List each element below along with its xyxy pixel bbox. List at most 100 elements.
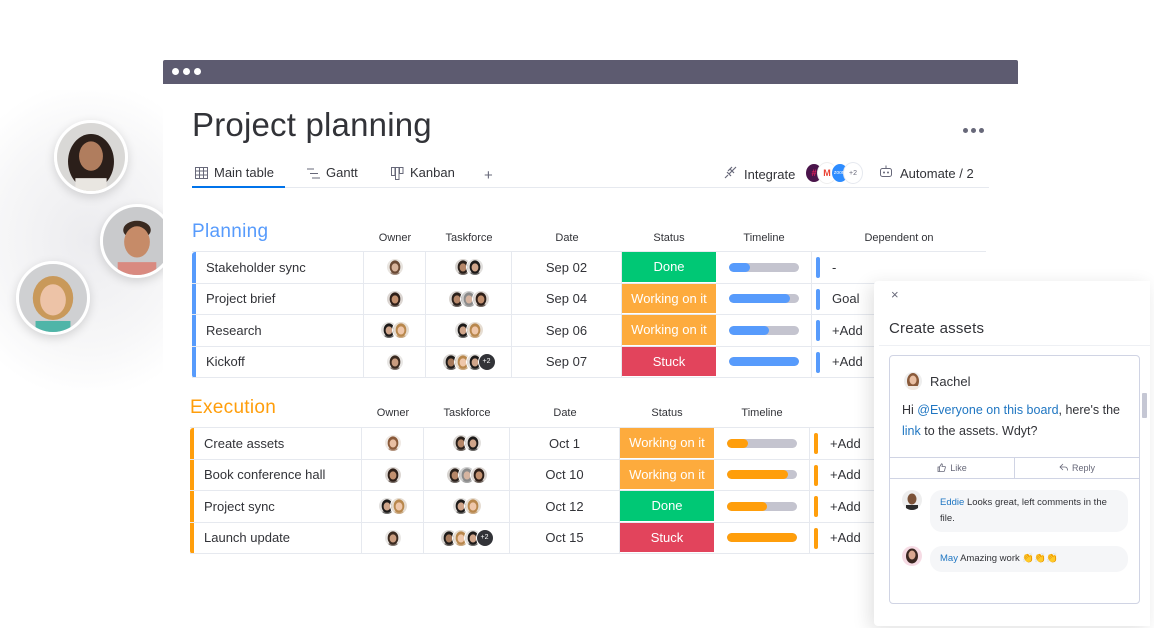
column-header-owner[interactable]: Owner — [362, 407, 424, 419]
column-header-dependent-on[interactable]: Dependent on — [812, 232, 986, 244]
status-badge[interactable]: Stuck — [622, 346, 716, 377]
integration-app-icons[interactable]: # M zoom +2 — [805, 163, 862, 183]
owner-cell[interactable] — [364, 346, 426, 377]
owner-avatars[interactable] — [385, 352, 404, 371]
owner-avatars[interactable] — [379, 321, 410, 340]
close-panel-button[interactable]: × — [891, 287, 899, 302]
owner-avatars[interactable] — [377, 497, 408, 516]
timeline-cell[interactable] — [714, 428, 810, 459]
status-badge[interactable]: Working on it — [620, 459, 714, 490]
automate-button[interactable]: Automate / 2 — [879, 165, 974, 181]
taskforce-cell[interactable] — [424, 491, 510, 522]
column-header-owner[interactable]: Owner — [364, 232, 426, 244]
dependent-on-cell[interactable]: - — [812, 252, 986, 283]
item-name[interactable]: Project brief — [192, 283, 364, 314]
item-name[interactable]: Launch update — [190, 522, 362, 553]
date-cell[interactable]: Oct 15 — [510, 522, 620, 553]
item-name[interactable]: Book conference hall — [190, 459, 362, 490]
column-header-date[interactable]: Date — [512, 232, 622, 244]
table-row[interactable]: Project brief Sep 04 Working on it Goal — [192, 283, 986, 315]
column-header-taskforce[interactable]: Taskforce — [426, 232, 512, 244]
taskforce-avatars[interactable] — [445, 465, 488, 484]
owner-avatars[interactable] — [383, 528, 402, 547]
owner-cell[interactable] — [364, 315, 426, 346]
table-row[interactable]: Launch update +2 Oct 15 Stuck +Add — [190, 522, 984, 554]
date-cell[interactable]: Sep 04 — [512, 283, 622, 314]
reply-author[interactable]: Eddie — [940, 497, 964, 508]
status-badge[interactable]: Working on it — [620, 428, 714, 459]
taskforce-avatars[interactable] — [451, 434, 482, 453]
table-row[interactable]: Research Sep 06 Working on it +Add — [192, 315, 986, 347]
taskforce-cell[interactable] — [426, 315, 512, 346]
taskforce-avatars[interactable]: +2 — [441, 352, 496, 371]
status-badge[interactable]: Working on it — [622, 283, 716, 314]
status-badge[interactable]: Stuck — [620, 522, 714, 553]
item-name[interactable]: Project sync — [190, 491, 362, 522]
item-name[interactable]: Kickoff — [192, 346, 364, 377]
owner-cell[interactable] — [362, 522, 424, 553]
owner-avatars[interactable] — [383, 434, 402, 453]
taskforce-cell[interactable] — [424, 459, 510, 490]
timeline-cell[interactable] — [714, 491, 810, 522]
status-badge[interactable]: Done — [620, 491, 714, 522]
timeline-cell[interactable] — [716, 315, 812, 346]
owner-cell[interactable] — [362, 428, 424, 459]
integrate-button[interactable]: Integrate — [723, 165, 795, 183]
taskforce-avatars[interactable]: +2 — [439, 528, 494, 547]
date-cell[interactable]: Sep 06 — [512, 315, 622, 346]
date-cell[interactable]: Sep 07 — [512, 346, 622, 377]
item-name[interactable]: Create assets — [190, 428, 362, 459]
taskforce-avatars[interactable] — [451, 497, 482, 516]
column-header-status[interactable]: Status — [620, 407, 714, 419]
assets-link[interactable]: link — [902, 424, 921, 438]
item-name[interactable]: Stakeholder sync — [192, 252, 364, 283]
timeline-cell[interactable] — [716, 252, 812, 283]
taskforce-cell[interactable] — [426, 252, 512, 283]
column-header-taskforce[interactable]: Taskforce — [424, 407, 510, 419]
date-cell[interactable]: Sep 02 — [512, 252, 622, 283]
status-badge[interactable]: Working on it — [622, 315, 716, 346]
table-row[interactable]: Book conference hall Oct 10 Working on it +… — [190, 459, 984, 491]
table-row[interactable]: Kickoff +2 Sep 07 Stuck +Add — [192, 346, 986, 378]
window-controls[interactable] — [172, 68, 201, 75]
reply-author[interactable]: May — [940, 553, 958, 564]
group-title-execution[interactable]: Execution — [190, 397, 276, 419]
taskforce-avatars[interactable] — [453, 258, 484, 277]
timeline-cell[interactable] — [716, 283, 812, 314]
mention-everyone-link[interactable]: @Everyone on this board — [917, 403, 1058, 417]
timeline-cell[interactable] — [714, 459, 810, 490]
tab-kanban[interactable]: Kanban — [388, 162, 457, 188]
owner-cell[interactable] — [364, 283, 426, 314]
table-row[interactable]: Stakeholder sync Sep 02 Done - — [192, 252, 986, 284]
reply-button[interactable]: Reply — [1015, 458, 1139, 478]
date-cell[interactable]: Oct 1 — [510, 428, 620, 459]
taskforce-avatars[interactable] — [453, 321, 484, 340]
owner-avatars[interactable] — [383, 465, 402, 484]
group-title-planning[interactable]: Planning — [192, 221, 268, 243]
column-header-timeline[interactable]: Timeline — [714, 407, 810, 419]
tab-gantt[interactable]: Gantt — [304, 162, 360, 188]
table-row[interactable]: Project sync Oct 12 Done +Add — [190, 491, 984, 523]
owner-cell[interactable] — [362, 459, 424, 490]
table-row[interactable]: Create assets Oct 1 Working on it +Add — [190, 428, 984, 460]
taskforce-cell[interactable]: +2 — [424, 522, 510, 553]
owner-cell[interactable] — [364, 252, 426, 283]
owner-avatars[interactable] — [385, 258, 404, 277]
status-badge[interactable]: Done — [622, 252, 716, 283]
owner-avatars[interactable] — [385, 289, 404, 308]
panel-scrollbar[interactable] — [1142, 393, 1147, 418]
owner-cell[interactable] — [362, 491, 424, 522]
date-cell[interactable]: Oct 10 — [510, 459, 620, 490]
column-header-timeline[interactable]: Timeline — [716, 232, 812, 244]
taskforce-cell[interactable]: +2 — [426, 346, 512, 377]
column-header-status[interactable]: Status — [622, 232, 716, 244]
like-button[interactable]: Like — [890, 458, 1015, 478]
more-options-button[interactable] — [963, 117, 987, 138]
taskforce-cell[interactable] — [424, 428, 510, 459]
timeline-cell[interactable] — [714, 522, 810, 553]
timeline-cell[interactable] — [716, 346, 812, 377]
column-header-date[interactable]: Date — [510, 407, 620, 419]
taskforce-avatars[interactable] — [447, 289, 490, 308]
tab-main-table[interactable]: Main table — [192, 162, 285, 188]
item-name[interactable]: Research — [192, 315, 364, 346]
